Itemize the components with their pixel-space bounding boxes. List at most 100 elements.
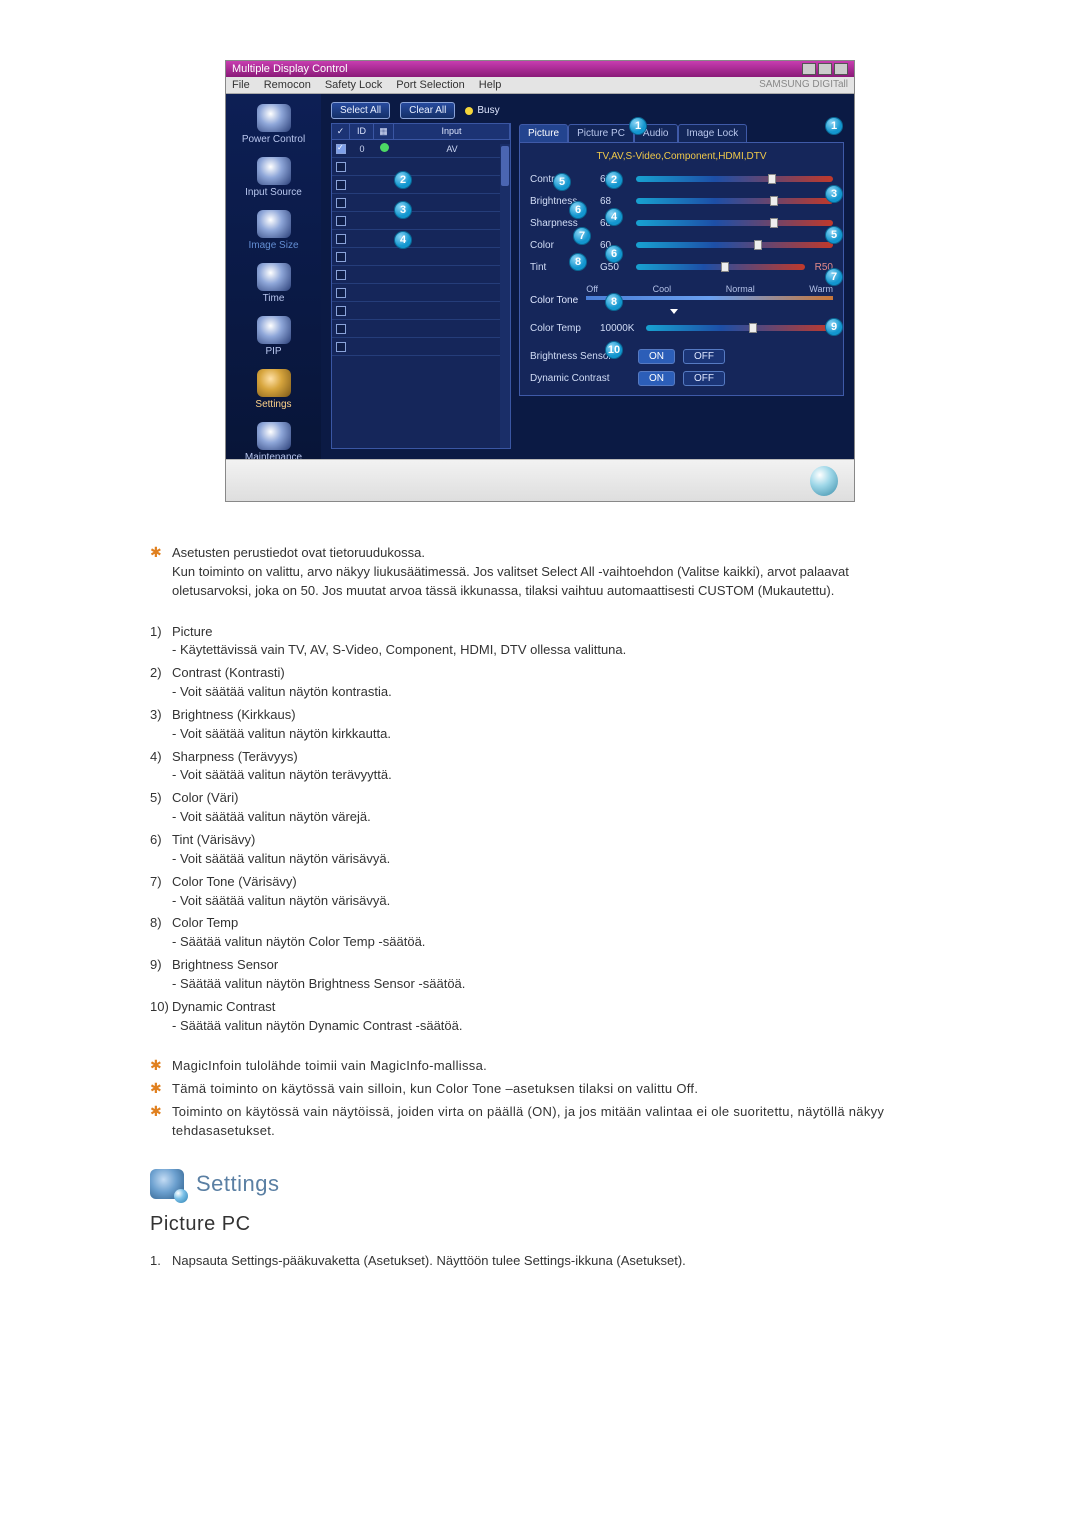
- row-checkbox[interactable]: [336, 216, 346, 226]
- brightness-slider[interactable]: [636, 198, 833, 204]
- sidebar-item-maintenance[interactable]: Maintenance: [239, 422, 309, 463]
- tint-slider[interactable]: [636, 264, 805, 270]
- sidebar-item-pip[interactable]: PIP: [239, 316, 309, 357]
- pc1: Napsauta Settings-pääkuvaketta (Asetukse…: [172, 1253, 686, 1268]
- bsensor-on-button[interactable]: ON: [638, 349, 675, 364]
- row-checkbox[interactable]: [336, 180, 346, 190]
- footer-strip: [226, 459, 854, 501]
- callout-7-left: 7: [573, 227, 591, 245]
- menu-remocon[interactable]: Remocon: [264, 79, 311, 91]
- sidebar-item-power[interactable]: Power Control: [239, 104, 309, 145]
- callout-1a: 1: [629, 117, 647, 135]
- ct-normal[interactable]: Normal: [726, 284, 755, 294]
- grid-row[interactable]: [332, 284, 510, 302]
- color-slider[interactable]: [636, 242, 833, 248]
- info-icon[interactable]: [810, 466, 838, 496]
- color-label: Color: [530, 240, 600, 251]
- tab-picture-pc[interactable]: Picture PC: [568, 124, 634, 143]
- grid-row[interactable]: [332, 158, 510, 176]
- sharpness-label: Sharpness: [530, 218, 600, 229]
- menu-safety[interactable]: Safety Lock: [325, 79, 382, 91]
- item-3: 3)Brightness (Kirkkaus)- Voit säätää val…: [150, 704, 930, 746]
- grid-row[interactable]: [332, 320, 510, 338]
- sidebar-item-time[interactable]: Time: [239, 263, 309, 304]
- row-checkbox[interactable]: [336, 270, 346, 280]
- callout-8-left: 8: [569, 253, 587, 271]
- row-checkbox[interactable]: [336, 198, 346, 208]
- menu-port[interactable]: Port Selection: [396, 79, 464, 91]
- i5-title: Color (Väri): [172, 790, 238, 805]
- dcontrast-on-button[interactable]: ON: [638, 371, 675, 386]
- note-2: Tämä toiminto on käytössä vain silloin, …: [150, 1078, 930, 1101]
- item-8: 8)Color Temp- Säätää valitun näytön Colo…: [150, 912, 930, 954]
- i2-title: Contrast (Kontrasti): [172, 665, 285, 680]
- callout-6-left: 6: [569, 201, 587, 219]
- window-buttons: [802, 63, 848, 75]
- colortone-pointer-icon: [670, 309, 678, 314]
- row-checkbox[interactable]: [336, 234, 346, 244]
- bsensor-off-button[interactable]: OFF: [683, 349, 725, 364]
- i2-sub: - Voit säätää valitun näytön kontrastia.: [172, 683, 930, 702]
- item-4: 4)Sharpness (Terävyys)- Voit säätää vali…: [150, 746, 930, 788]
- sharpness-slider[interactable]: [636, 220, 833, 226]
- grid-row[interactable]: [332, 212, 510, 230]
- colortemp-label: Color Temp: [530, 323, 600, 334]
- row-checkbox[interactable]: [336, 342, 346, 352]
- close-button[interactable]: [834, 63, 848, 75]
- i10-title: Dynamic Contrast: [172, 999, 275, 1014]
- note-1: MagicInfoin tulolähde toimii vain MagicI…: [150, 1055, 930, 1078]
- row-id: 0: [350, 144, 374, 154]
- dcontrast-row: Dynamic Contrast ON OFF: [530, 367, 833, 389]
- colortone-options: Off Cool Normal Warm: [586, 284, 833, 294]
- i9-sub: - Säätää valitun näytön Brightness Senso…: [172, 975, 930, 994]
- grid-row[interactable]: [332, 194, 510, 212]
- callout-7-right: 7: [825, 268, 843, 286]
- i1-sub: - Käytettävissä vain TV, AV, S-Video, Co…: [172, 641, 930, 660]
- minimize-button[interactable]: [802, 63, 816, 75]
- row-checkbox[interactable]: [336, 306, 346, 316]
- i3-sub: - Voit säätää valitun näytön kirkkautta.: [172, 725, 930, 744]
- grid-row[interactable]: [332, 338, 510, 356]
- numbered-list: 1)Picture- Käytettävissä vain TV, AV, S-…: [150, 621, 930, 1038]
- grid-row[interactable]: [332, 230, 510, 248]
- contrast-slider[interactable]: [636, 176, 833, 182]
- intro-line1: Asetusten perustiedot ovat tietoruudukos…: [172, 545, 425, 560]
- picture-pc-steps: 1.Napsauta Settings-pääkuvaketta (Asetuk…: [150, 1250, 930, 1273]
- sidebar-item-image[interactable]: Image Size: [239, 210, 309, 251]
- section-title: Settings: [196, 1171, 280, 1197]
- bsensor-row: Brightness Sensor ON OFF: [530, 345, 833, 367]
- maximize-button[interactable]: [818, 63, 832, 75]
- callout-4-left: 4: [394, 231, 412, 249]
- menu-file[interactable]: File: [232, 79, 250, 91]
- menu-help[interactable]: Help: [479, 79, 502, 91]
- sidebar-item-input[interactable]: Input Source: [239, 157, 309, 198]
- grid-row[interactable]: [332, 302, 510, 320]
- colortemp-value: 10000K: [600, 323, 646, 334]
- intro-line2: Kun toiminto on valittu, arvo näkyy liuk…: [172, 564, 849, 598]
- dcontrast-off-button[interactable]: OFF: [683, 371, 725, 386]
- select-all-button[interactable]: Select All: [331, 102, 390, 119]
- sidebar-item-settings[interactable]: Settings: [239, 369, 309, 410]
- clear-all-button[interactable]: Clear All: [400, 102, 455, 119]
- grid-row[interactable]: [332, 266, 510, 284]
- ct-warm[interactable]: Warm: [809, 284, 833, 294]
- tab-picture[interactable]: Picture: [519, 124, 568, 143]
- row-checkbox[interactable]: [336, 162, 346, 172]
- grid-scrollbar[interactable]: [500, 144, 510, 448]
- main: Select All Clear All Busy ✓ ID ▦ Input: [321, 94, 854, 459]
- ct-cool[interactable]: Cool: [653, 284, 672, 294]
- row-checkbox[interactable]: [336, 252, 346, 262]
- row-checkbox[interactable]: [336, 144, 346, 154]
- tab-image-lock[interactable]: Image Lock: [678, 124, 748, 143]
- section-head: Settings: [150, 1169, 930, 1199]
- grid-row[interactable]: [332, 176, 510, 194]
- grid-header-check[interactable]: ✓: [332, 124, 350, 139]
- row-checkbox[interactable]: [336, 324, 346, 334]
- row-checkbox[interactable]: [336, 288, 346, 298]
- grid-row[interactable]: [332, 248, 510, 266]
- ct-off[interactable]: Off: [586, 284, 598, 294]
- colortemp-slider[interactable]: [646, 325, 833, 331]
- grid-row[interactable]: 0 AV: [332, 140, 510, 158]
- i1-title: Picture: [172, 624, 212, 639]
- colortone-bar[interactable]: [586, 296, 833, 300]
